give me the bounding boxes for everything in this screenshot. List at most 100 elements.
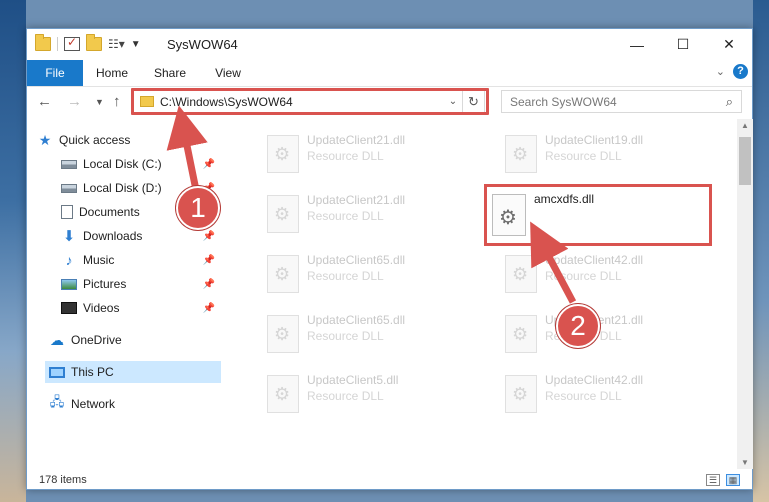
pictures-icon [61,278,77,290]
highlighted-file-item[interactable]: amcxdfs.dll [486,186,710,244]
dll-file-icon [267,315,299,353]
search-input[interactable]: Search SysWOW64 ⌕ [501,90,742,113]
file-name: UpdateClient21.dll [307,133,406,147]
list-item[interactable]: UpdateClient42.dll Resource DLL [475,365,703,421]
list-item[interactable]: UpdateClient5.dll Resource DLL [237,365,465,421]
this-pc-icon [49,366,65,378]
drive-icon [61,183,77,193]
sidebar-item-videos[interactable]: Videos 📌 [61,297,221,319]
scroll-up-icon[interactable]: ▲ [741,121,749,130]
up-arrow-icon[interactable]: ↑ [113,93,121,110]
back-arrow-icon[interactable]: ← [37,93,52,110]
address-path[interactable]: C:\Windows\SysWOW64 [160,95,444,109]
file-name: UpdateClient65.dll [307,253,406,267]
sidebar-item-label: OneDrive [71,333,122,347]
close-button[interactable]: ✕ [706,29,752,60]
tab-home[interactable]: Home [89,60,135,86]
details-view-icon[interactable]: ☰ [706,474,720,486]
vertical-scrollbar[interactable]: ▲ ▼ [737,119,753,469]
forward-arrow-icon[interactable]: → [67,93,82,110]
file-list: UpdateClient21.dll Resource DLL UpdateCl… [227,119,737,469]
dll-file-icon [505,315,537,353]
annotation-badge-1: 1 [176,186,220,230]
window-title: SysWOW64 [167,37,238,52]
downloads-icon: ⬇ [62,228,76,245]
maximize-button[interactable]: ☐ [660,29,706,60]
sidebar-item-music[interactable]: ♪ Music 📌 [61,249,221,271]
scroll-down-icon[interactable]: ▼ [741,458,749,467]
sidebar-item-label: Quick access [59,133,131,147]
list-item[interactable]: UpdateClient21.dll Resource DLL [237,125,465,181]
file-type: Resource DLL [307,209,384,223]
file-explorer-window: ☷▾ ▼ SysWOW64 — ☐ ✕ File Home Share View… [26,28,753,490]
sidebar-item-this-pc[interactable]: This PC [45,361,221,383]
navigation-pane: ★ Quick access Local Disk (C:) 📌 Local D… [27,119,223,469]
file-name: UpdateClient5.dll [307,373,399,387]
pin-icon[interactable]: 📌 [203,279,215,290]
window-controls: — ☐ ✕ [614,29,752,60]
sidebar-item-onedrive[interactable]: ☁ OneDrive [49,329,221,351]
dll-file-icon [505,255,537,293]
help-icon[interactable]: ? [733,64,748,79]
pin-icon[interactable]: 📌 [203,303,215,314]
tab-share[interactable]: Share [147,60,193,86]
dll-file-icon [505,375,537,413]
quick-access-toolbar: ☷▾ ▼ [35,34,141,51]
sidebar-item-pictures[interactable]: Pictures 📌 [61,273,221,295]
sidebar-item-local-disk-c[interactable]: Local Disk (C:) 📌 [61,153,221,175]
dll-file-icon [505,135,537,173]
sidebar-item-quick-access[interactable]: ★ Quick access [37,129,221,151]
music-icon: ♪ [65,252,73,268]
list-item[interactable]: UpdateClient19.dll Resource DLL [475,125,703,181]
sidebar-item-network[interactable]: 🖧 Network [49,393,221,415]
pin-icon[interactable]: 📌 [203,159,215,170]
tiles-view-icon[interactable]: ▦ [726,474,740,486]
pin-icon[interactable]: 📌 [203,231,215,242]
customize-toolbar-icon[interactable]: ▼ [131,39,141,50]
new-folder-icon[interactable] [86,34,102,51]
dll-file-icon [492,194,526,236]
drive-icon [61,159,77,169]
folder-icon[interactable] [35,34,51,51]
file-name: UpdateClient21.dll [307,193,406,207]
sidebar-item-label: This PC [71,365,114,379]
dll-file-icon [267,195,299,233]
properties-icon[interactable] [64,35,80,51]
view-toggles: ☰ ▦ [706,474,740,486]
list-item[interactable]: UpdateClient65.dll Resource DLL [237,245,465,301]
address-folder-icon [140,96,154,107]
status-bar: 178 items ☰ ▦ [27,469,752,491]
tab-file[interactable]: File [27,60,83,86]
file-type: Resource DLL [545,269,622,283]
search-placeholder: Search SysWOW64 [510,94,617,109]
navigation-bar: ← → ▼ ↑ C:\Windows\SysWOW64 ⌄ ↻ Search S… [27,87,752,117]
sidebar-item-label: Downloads [83,229,143,243]
file-type: Resource DLL [545,149,622,163]
dll-file-icon [267,375,299,413]
videos-icon [61,302,77,314]
desktop-background-left [0,0,26,502]
views-icon[interactable]: ☷▾ [108,37,125,51]
tab-view[interactable]: View [205,60,251,86]
onedrive-icon: ☁ [50,331,64,348]
address-bar[interactable]: C:\Windows\SysWOW64 ⌄ ↻ [133,90,485,113]
list-item[interactable]: UpdateClient42.dll Resource DLL [475,245,703,301]
scrollbar-thumb[interactable] [739,137,751,185]
minimize-button[interactable]: — [614,29,660,60]
list-item[interactable]: UpdateClient21.dll Resource DLL [237,185,465,241]
network-icon: 🖧 [49,394,65,409]
list-item[interactable]: UpdateClient65.dll Resource DLL [237,305,465,361]
recent-locations-icon[interactable]: ▼ [95,97,104,107]
ribbon: File Home Share View ⌄ ? [27,60,752,87]
search-icon[interactable]: ⌕ [726,94,733,110]
sidebar-item-label: Videos [83,301,120,315]
pin-icon[interactable]: 📌 [203,255,215,266]
toolbar-separator [57,37,58,51]
desktop-background-right [753,0,769,502]
ribbon-right-controls: ⌄ ? [716,64,748,79]
star-icon: ★ [38,131,52,148]
refresh-icon[interactable]: ↻ [462,91,484,112]
address-dropdown-icon[interactable]: ⌄ [444,96,462,107]
dll-file-icon [267,135,299,173]
expand-ribbon-icon[interactable]: ⌄ [716,65,725,78]
